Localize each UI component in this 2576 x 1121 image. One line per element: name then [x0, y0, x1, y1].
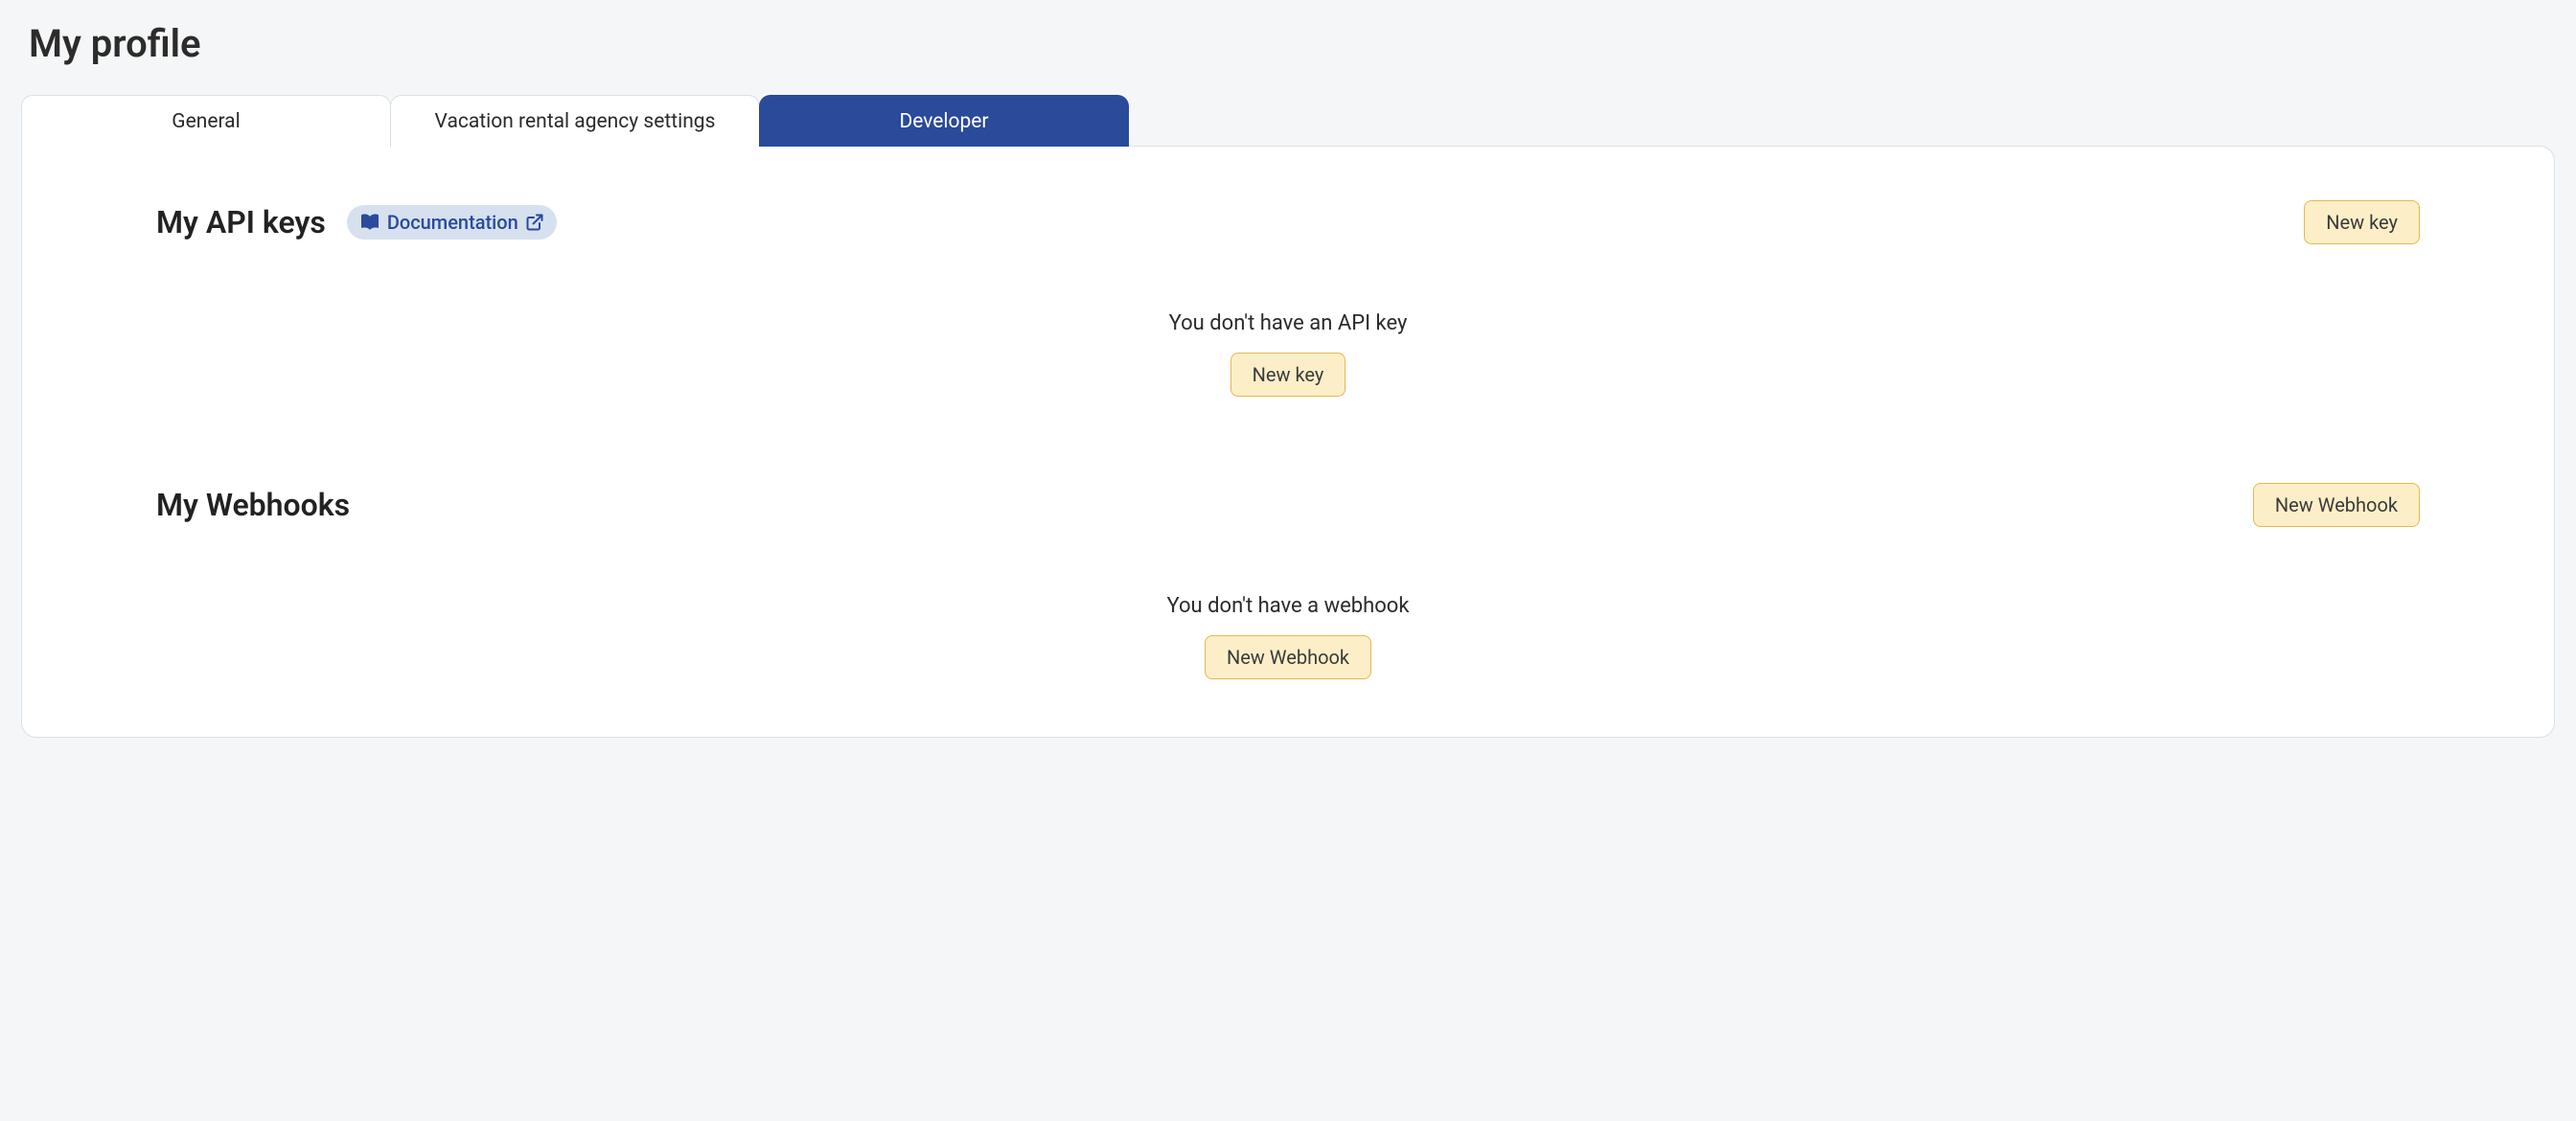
webhooks-header: My Webhooks New Webhook [156, 483, 2420, 527]
api-keys-empty: You don't have an API key New key [156, 311, 2420, 397]
tab-developer[interactable]: Developer [759, 95, 1129, 147]
documentation-link[interactable]: Documentation [347, 205, 557, 240]
api-keys-empty-text: You don't have an API key [1169, 311, 1408, 335]
new-key-button-empty[interactable]: New key [1230, 353, 1346, 397]
api-keys-title: My API keys [156, 204, 326, 240]
tab-general[interactable]: General [21, 95, 391, 147]
tab-vacation-settings[interactable]: Vacation rental agency settings [390, 95, 760, 147]
webhooks-title: My Webhooks [156, 487, 350, 523]
api-keys-header: My API keys Documentation [156, 200, 2420, 244]
page-title: My profile [29, 21, 2555, 66]
documentation-label: Documentation [387, 211, 518, 234]
external-link-icon [526, 214, 543, 231]
tabs: General Vacation rental agency settings … [21, 95, 2555, 147]
book-icon [360, 214, 380, 231]
webhooks-empty: You don't have a webhook New Webhook [156, 594, 2420, 679]
new-key-button[interactable]: New key [2304, 200, 2420, 244]
new-webhook-button[interactable]: New Webhook [2253, 483, 2420, 527]
webhooks-empty-text: You don't have a webhook [1166, 594, 1409, 618]
new-webhook-button-empty[interactable]: New Webhook [1205, 635, 1371, 679]
developer-panel: My API keys Documentation [21, 146, 2555, 738]
